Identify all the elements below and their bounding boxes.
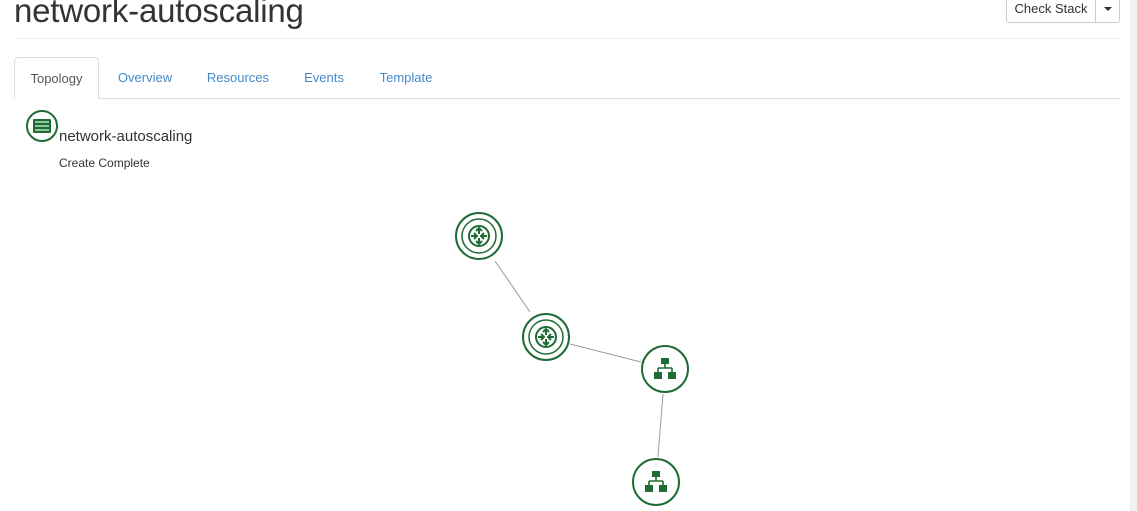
router-node[interactable] <box>455 212 503 260</box>
topology-link <box>494 260 531 313</box>
tab-template[interactable]: Template <box>370 57 442 98</box>
caret-down-icon <box>1103 6 1112 11</box>
tab-topology[interactable]: Topology <box>14 57 99 99</box>
actions-dropdown-toggle[interactable] <box>1096 0 1120 23</box>
title-divider <box>15 38 1120 39</box>
topology-link <box>569 343 642 363</box>
network-node[interactable] <box>632 458 680 506</box>
tab-resources[interactable]: Resources <box>197 57 279 98</box>
topology-link <box>657 393 664 458</box>
tab-events[interactable]: Events <box>294 57 354 98</box>
page-title: network-autoscaling <box>14 0 304 29</box>
network-node[interactable] <box>641 345 689 393</box>
stack-server-icon <box>26 110 58 142</box>
page-scrollbar[interactable] <box>1130 0 1137 511</box>
check-stack-button[interactable]: Check Stack <box>1006 0 1096 23</box>
stack-tabs: Topology Overview Resources Events Templ… <box>14 57 1120 99</box>
stack-name: network-autoscaling <box>59 128 193 145</box>
stack-status: Create Complete <box>59 156 150 170</box>
router-node[interactable] <box>522 313 570 361</box>
tab-overview[interactable]: Overview <box>107 57 183 98</box>
check-stack-button-group: Check Stack <box>1006 0 1120 23</box>
